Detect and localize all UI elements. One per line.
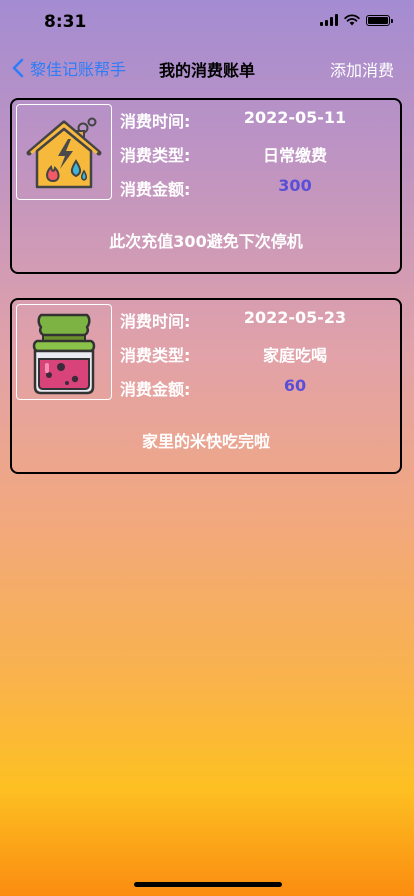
expense-card[interactable]: 消费时间: 2022-05-11 消费类型: 日常缴费 消费金额: 300 此次… — [10, 98, 402, 274]
amount-value: 300 — [278, 176, 312, 195]
battery-icon — [366, 14, 393, 26]
amount-row: 消费金额: 300 — [120, 176, 400, 199]
wifi-icon — [344, 14, 360, 26]
jam-jar-icon — [32, 313, 96, 395]
back-button[interactable]: 黎佳记账帮手 — [12, 56, 126, 80]
time-value: 2022-05-11 — [243, 108, 347, 127]
nav-bar: 黎佳记账帮手 我的消费账单 添加消费 — [0, 48, 414, 88]
home-indicator[interactable] — [134, 882, 282, 887]
time-row: 消费时间: 2022-05-23 — [120, 308, 400, 331]
time-value: 2022-05-23 — [243, 308, 347, 327]
house-utilities-icon — [26, 117, 102, 189]
type-row: 消费类型: 家庭吃喝 — [120, 342, 400, 365]
status-time: 8:31 — [44, 12, 87, 32]
amount-row: 消费金额: 60 — [120, 376, 400, 399]
back-label: 黎佳记账帮手 — [30, 60, 127, 79]
type-row: 消费类型: 日常缴费 — [120, 142, 400, 165]
amount-value: 60 — [283, 376, 307, 395]
chevron-left-icon — [12, 58, 24, 78]
type-value: 家庭吃喝 — [262, 346, 327, 365]
cellular-signal-icon — [320, 14, 338, 26]
card-icon-frame — [16, 104, 112, 200]
amount-label: 消费金额: — [120, 180, 191, 199]
type-value: 日常缴费 — [262, 146, 327, 165]
time-row: 消费时间: 2022-05-11 — [120, 108, 400, 131]
amount-label: 消费金额: — [120, 380, 191, 399]
type-label: 消费类型: — [120, 346, 191, 365]
card-icon-frame — [16, 304, 112, 400]
expense-card[interactable]: 消费时间: 2022-05-23 消费类型: 家庭吃喝 消费金额: 60 家里的… — [10, 298, 402, 474]
type-label: 消费类型: — [120, 146, 191, 165]
expense-note: 此次充值300避免下次停机 — [109, 232, 303, 251]
time-label: 消费时间: — [120, 312, 191, 331]
time-label: 消费时间: — [120, 112, 191, 131]
status-bar: 8:31 — [0, 0, 414, 44]
expense-note: 家里的米快吃完啦 — [141, 432, 270, 451]
status-icons — [320, 14, 393, 26]
add-expense-button[interactable]: 添加消费 — [330, 57, 394, 81]
